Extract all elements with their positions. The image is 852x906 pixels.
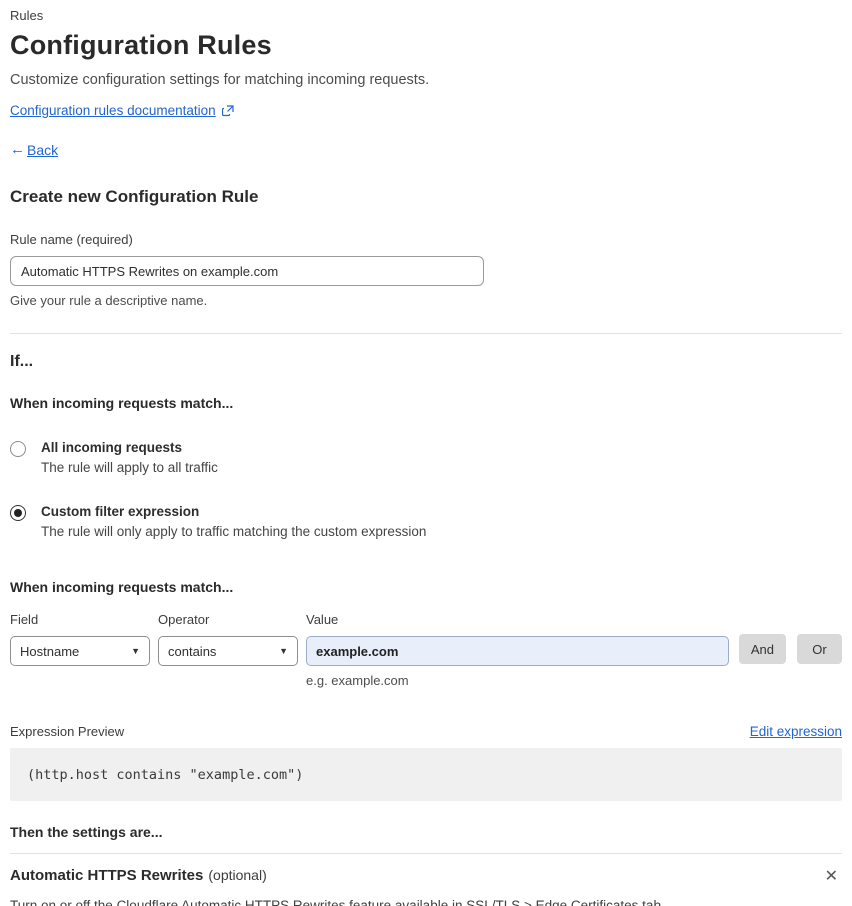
- expression-preview-code: (http.host contains "example.com"): [10, 748, 842, 801]
- setting-optional-label: (optional): [208, 867, 267, 883]
- radio-option-all-requests[interactable]: All incoming requests The rule will appl…: [10, 440, 842, 475]
- and-button[interactable]: And: [738, 634, 786, 664]
- back-link[interactable]: Back: [27, 142, 58, 158]
- field-select[interactable]: Hostname ▼: [10, 636, 150, 666]
- section-divider: [10, 333, 842, 334]
- expression-builder-row: Field Hostname ▼ Operator contains ▼ Val…: [10, 612, 842, 688]
- operator-select-value: contains: [168, 643, 217, 659]
- close-icon[interactable]: ✕: [821, 867, 842, 887]
- radio-selected-icon[interactable]: [10, 505, 26, 521]
- or-button[interactable]: Or: [797, 634, 842, 664]
- setting-title: Automatic HTTPS Rewrites: [10, 867, 204, 884]
- expression-preview-label: Expression Preview: [10, 724, 125, 739]
- chevron-down-icon: ▼: [279, 646, 288, 656]
- back-row: ← Back: [10, 141, 842, 158]
- radio-unselected-icon[interactable]: [10, 441, 26, 457]
- page-subtitle: Customize configuration settings for mat…: [10, 72, 430, 88]
- radio-all-requests-description: The rule will apply to all traffic: [41, 460, 218, 475]
- rule-name-label: Rule name (required): [10, 232, 133, 247]
- setting-card-automatic-https-rewrites: Automatic HTTPS Rewrites (optional) ✕ Tu…: [10, 853, 842, 906]
- expression-preview-header: Expression Preview Edit expression: [10, 724, 842, 739]
- field-select-value: Hostname: [20, 643, 80, 659]
- value-label: Value: [306, 612, 339, 627]
- radio-all-requests-label[interactable]: All incoming requests: [41, 440, 218, 455]
- value-input[interactable]: [306, 636, 729, 666]
- chevron-down-icon: ▼: [131, 646, 140, 656]
- back-arrow-icon: ←: [10, 141, 25, 158]
- configuration-rules-page: Rules Configuration Rules Customize conf…: [0, 0, 852, 906]
- page-title: Configuration Rules: [10, 30, 272, 60]
- edit-expression-link[interactable]: Edit expression: [750, 724, 842, 739]
- external-link-icon: [221, 104, 234, 117]
- radio-custom-expression-label[interactable]: Custom filter expression: [41, 504, 426, 519]
- radio-custom-expression-description: The rule will only apply to traffic matc…: [41, 524, 427, 539]
- if-heading: If...: [10, 353, 34, 370]
- value-helper: e.g. example.com: [306, 673, 409, 688]
- setting-description: Turn on or off the Cloudflare Automatic …: [10, 898, 665, 906]
- field-label: Field: [10, 612, 39, 627]
- operator-select[interactable]: contains ▼: [158, 636, 298, 666]
- doc-link-row: Configuration rules documentation: [10, 103, 842, 118]
- breadcrumb: Rules: [10, 8, 44, 23]
- rule-name-helper: Give your rule a descriptive name.: [10, 293, 208, 308]
- then-settings-heading: Then the settings are...: [10, 824, 163, 840]
- rule-name-input[interactable]: [10, 256, 484, 286]
- radio-option-custom-expression[interactable]: Custom filter expression The rule will o…: [10, 504, 842, 539]
- operator-label: Operator: [158, 612, 210, 627]
- documentation-link[interactable]: Configuration rules documentation: [10, 103, 216, 118]
- builder-heading: When incoming requests match...: [10, 579, 234, 595]
- create-rule-heading: Create new Configuration Rule: [10, 187, 259, 206]
- match-heading: When incoming requests match...: [10, 395, 234, 411]
